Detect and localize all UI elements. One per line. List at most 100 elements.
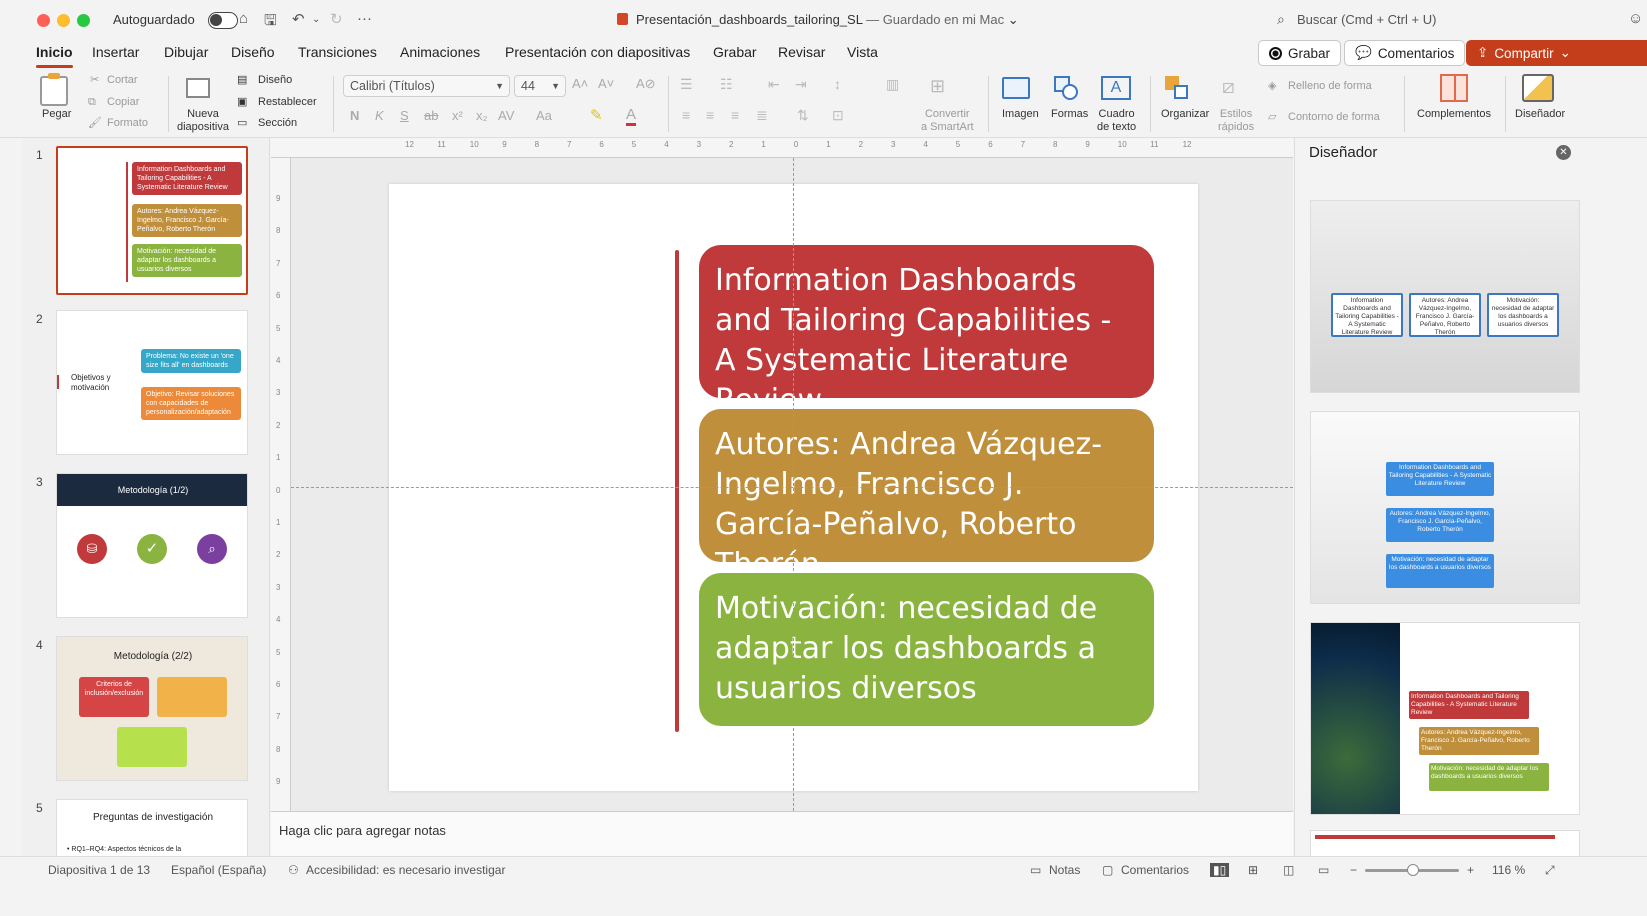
reset-icon[interactable]: ▣: [237, 96, 247, 109]
paste-icon[interactable]: [40, 73, 68, 106]
design-idea-3[interactable]: Information Dashboards and Tailoring Cap…: [1310, 622, 1580, 815]
layout-label[interactable]: Diseño: [258, 74, 292, 87]
shapes-label[interactable]: Formas: [1051, 108, 1088, 121]
accent-line[interactable]: [675, 250, 679, 732]
char-spacing-icon[interactable]: AV: [498, 108, 514, 123]
addins-icon[interactable]: [1440, 74, 1468, 102]
shape-outline-icon[interactable]: ▱: [1268, 111, 1276, 124]
comments-button[interactable]: 💬 Comentarios: [1344, 40, 1466, 66]
format-painter-icon[interactable]: 🖌: [88, 117, 102, 130]
account-icon[interactable]: ☺: [1628, 10, 1643, 27]
undo-dropdown-icon[interactable]: ⌄: [312, 14, 320, 25]
presenter-view-icon[interactable]: ▭: [1318, 863, 1329, 877]
notes-button[interactable]: Notas: [1049, 863, 1080, 877]
format-painter-label[interactable]: Formato: [107, 117, 148, 130]
accessibility-icon[interactable]: ⚇: [288, 863, 299, 877]
zoom-out-icon[interactable]: −: [1350, 863, 1357, 877]
smartart-icon[interactable]: ⊞: [930, 76, 945, 97]
language[interactable]: Español (España): [171, 863, 266, 877]
search-input[interactable]: Buscar (Cmd + Ctrl + U): [1297, 12, 1436, 27]
notes-pane[interactable]: Haga clic para agregar notas: [271, 811, 1293, 856]
superscript-icon[interactable]: x²: [452, 108, 463, 123]
comments-icon[interactable]: ▢: [1102, 863, 1113, 877]
shape-fill-icon[interactable]: ◈: [1268, 80, 1276, 93]
slide-thumbnail-1[interactable]: Information Dashboards and Tailoring Cap…: [56, 146, 248, 295]
arrange-label[interactable]: Organizar: [1161, 108, 1209, 121]
arrange-icon[interactable]: [1165, 76, 1191, 100]
minimize-window-button[interactable]: [57, 14, 70, 27]
bold-icon[interactable]: N: [350, 108, 359, 123]
tab-dibujar[interactable]: Dibujar: [164, 44, 208, 60]
slide-thumbnail-2[interactable]: Objetivos y motivación Problema: No exis…: [56, 310, 248, 455]
tab-diseno[interactable]: Diseño: [231, 44, 275, 60]
share-button[interactable]: ⇪ Compartir ⌄: [1466, 40, 1647, 66]
align-center-icon[interactable]: ≡: [706, 107, 714, 123]
clear-format-icon[interactable]: A⊘: [636, 76, 656, 92]
save-icon[interactable]: 🖫: [264, 10, 277, 35]
decrease-indent-icon[interactable]: ⇤: [768, 76, 780, 93]
tab-presentacion[interactable]: Presentación con diapositivas: [505, 44, 690, 60]
shapes-icon[interactable]: [1054, 76, 1080, 100]
zoom-window-button[interactable]: [77, 14, 90, 27]
slide-thumbnail-5[interactable]: Preguntas de investigación • RQ1–RQ4: As…: [56, 799, 248, 856]
textbox-label[interactable]: Cuadro de texto: [1097, 108, 1136, 134]
copy-icon[interactable]: ⧉: [88, 96, 96, 109]
bullets-icon[interactable]: ☰: [680, 76, 693, 93]
designer-icon[interactable]: [1522, 74, 1554, 102]
accessibility-status[interactable]: Accesibilidad: es necesario investigar: [306, 863, 505, 877]
undo-icon[interactable]: ↶: [292, 10, 305, 28]
document-title[interactable]: Presentación_dashboards_tailoring_SL — G…: [617, 12, 1019, 28]
design-idea-4[interactable]: [1310, 830, 1580, 856]
designer-label[interactable]: Diseñador: [1515, 108, 1565, 121]
tab-inicio[interactable]: Inicio: [36, 44, 73, 68]
align-text-icon[interactable]: ⊡: [832, 107, 844, 124]
section-icon[interactable]: ▭: [237, 117, 247, 130]
underline-icon[interactable]: S: [400, 108, 409, 123]
font-color-icon[interactable]: A: [626, 106, 637, 126]
tab-revisar[interactable]: Revisar: [778, 44, 825, 60]
font-name-select[interactable]: Calibri (Títulos) ▼: [343, 75, 510, 97]
motivation-box[interactable]: Motivación: necesidad de adaptar los das…: [699, 573, 1154, 726]
reset-label[interactable]: Restablecer: [258, 96, 317, 109]
slide-thumbnail-3[interactable]: Metodología (1/2) ⛁ ✓ ⌕: [56, 473, 248, 618]
redo-icon[interactable]: ↻: [330, 10, 343, 28]
slide-sorter-icon[interactable]: ⊞: [1248, 863, 1258, 877]
highlight-icon[interactable]: ✎: [590, 106, 603, 124]
title-box[interactable]: Information Dashboards and Tailoring Cap…: [699, 245, 1154, 418]
subscript-icon[interactable]: x₂: [476, 108, 488, 123]
cut-label[interactable]: Cortar: [107, 74, 138, 87]
change-case-icon[interactable]: Aa: [536, 108, 552, 123]
line-spacing-icon[interactable]: ↕: [834, 76, 841, 92]
image-label[interactable]: Imagen: [1002, 108, 1039, 121]
tab-grabar[interactable]: Grabar: [713, 44, 757, 60]
text-direction-icon[interactable]: ⇅: [797, 107, 809, 124]
numbering-icon[interactable]: ☷: [720, 76, 733, 93]
section-label[interactable]: Sección: [258, 117, 297, 130]
image-icon[interactable]: [1002, 77, 1030, 99]
vertical-guide[interactable]: [793, 158, 794, 811]
align-left-icon[interactable]: ≡: [682, 107, 690, 123]
convert-smartart-label[interactable]: Convertir a SmartArt: [921, 108, 974, 134]
addins-label[interactable]: Complementos: [1417, 108, 1491, 121]
shape-fill-label[interactable]: Relleno de forma: [1288, 80, 1372, 93]
zoom-level[interactable]: 116 %: [1492, 863, 1525, 877]
normal-view-icon[interactable]: ▮▯: [1210, 863, 1230, 877]
close-window-button[interactable]: [37, 14, 50, 27]
comments-status-button[interactable]: Comentarios: [1121, 863, 1189, 877]
home-icon[interactable]: ⌂: [239, 10, 248, 27]
record-button[interactable]: Grabar: [1258, 40, 1342, 66]
layout-icon[interactable]: ▤: [237, 74, 247, 87]
increase-indent-icon[interactable]: ⇥: [795, 76, 807, 93]
new-slide-icon[interactable]: [186, 78, 210, 98]
shape-outline-label[interactable]: Contorno de forma: [1288, 111, 1380, 124]
italic-icon[interactable]: K: [375, 108, 384, 123]
strikethrough-icon[interactable]: ab: [424, 108, 438, 123]
increase-font-icon[interactable]: A˄: [572, 76, 588, 91]
horizontal-guide[interactable]: [291, 487, 1293, 488]
design-idea-2[interactable]: Information Dashboards and Tailoring Cap…: [1310, 411, 1580, 604]
reading-view-icon[interactable]: ◫: [1283, 863, 1294, 877]
tab-transiciones[interactable]: Transiciones: [298, 44, 377, 60]
new-slide-label[interactable]: Nueva diapositiva: [177, 108, 229, 134]
close-icon[interactable]: ✕: [1556, 145, 1571, 160]
design-idea-1[interactable]: Information Dashboards and Tailoring Cap…: [1310, 200, 1580, 393]
